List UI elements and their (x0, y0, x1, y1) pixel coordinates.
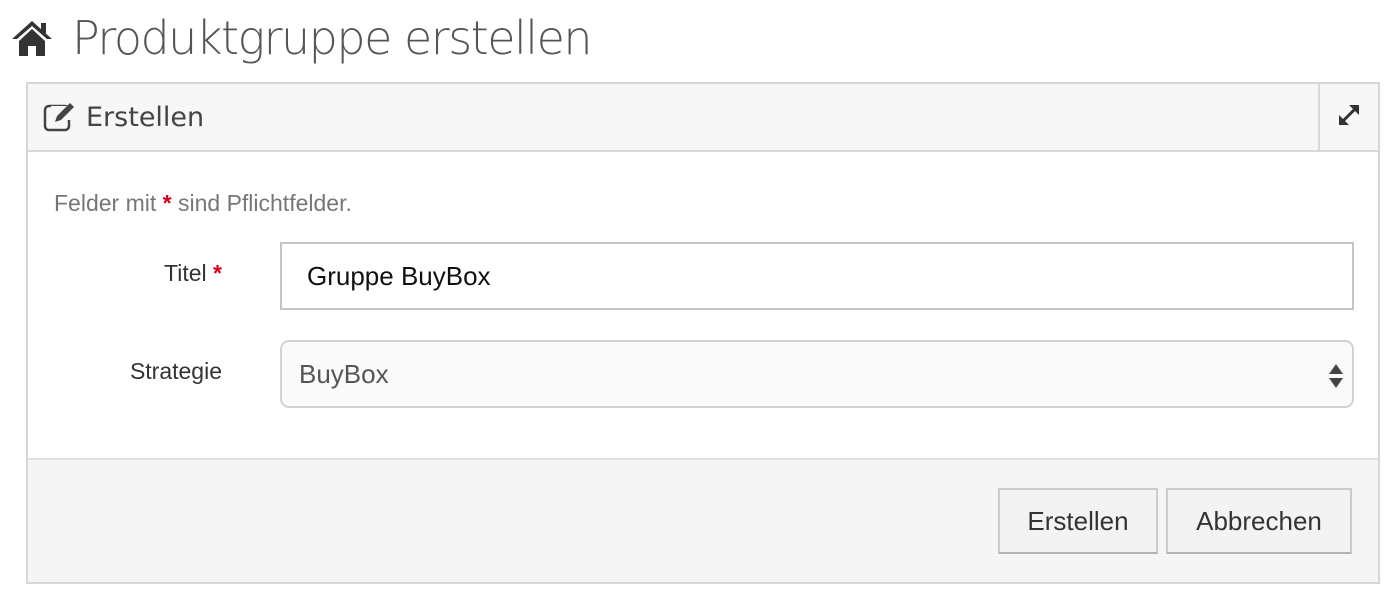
panel-heading: Erstellen (28, 84, 1378, 152)
panel-title: Erstellen (86, 101, 205, 133)
home-icon[interactable] (10, 18, 54, 58)
strategie-selected-value: BuyBox (299, 358, 389, 389)
panel-body: Felder mit * sind Pflichtfelder. Titel *… (28, 152, 1378, 458)
required-note-suffix: sind Pflichtfelder. (171, 190, 352, 216)
strategie-label: Strategie (129, 358, 222, 384)
required-star: * (162, 190, 172, 216)
expand-button[interactable] (1318, 84, 1378, 150)
titel-label-text: Titel (164, 260, 207, 286)
edit-icon (42, 100, 76, 134)
titel-required-star: * (213, 260, 222, 286)
strategie-select[interactable]: BuyBox (280, 340, 1354, 408)
page-title: Produktgruppe erstellen (72, 11, 593, 65)
expand-icon (1335, 101, 1363, 134)
panel-footer: Erstellen Abbrechen (28, 458, 1378, 582)
titel-label: Titel * (28, 260, 222, 287)
cancel-button[interactable]: Abbrechen (1166, 488, 1352, 554)
titel-input[interactable] (280, 242, 1354, 310)
required-note-prefix: Felder mit (54, 190, 163, 216)
create-panel: Erstellen Felder mit * sind Pflichtfelde… (26, 82, 1380, 584)
page-header: Produktgruppe erstellen (10, 8, 593, 68)
create-button[interactable]: Erstellen (998, 488, 1158, 554)
select-arrows-icon (1328, 362, 1344, 390)
required-fields-note: Felder mit * sind Pflichtfelder. (54, 190, 352, 217)
